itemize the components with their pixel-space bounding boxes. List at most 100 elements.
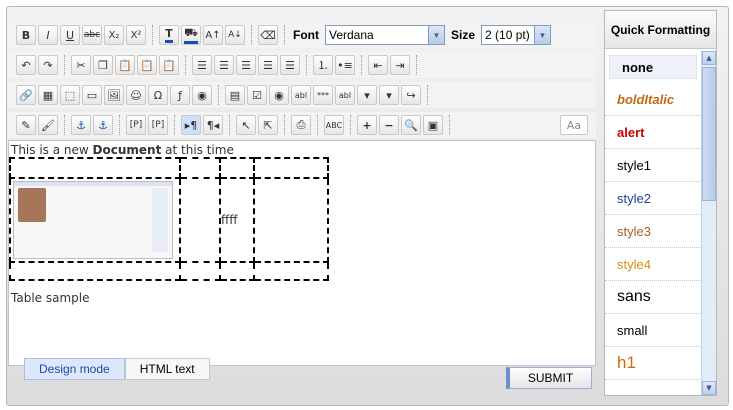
highlight-button[interactable]: ⛟ [181, 25, 201, 45]
brush-button[interactable]: 🖌 [38, 115, 58, 135]
submit-button[interactable]: SUBMIT [506, 367, 592, 389]
style-preview-button[interactable]: Aa [560, 115, 588, 135]
form-button[interactable]: ▤ [225, 85, 245, 105]
table-cell[interactable] [179, 177, 221, 263]
table-cell[interactable] [9, 177, 181, 263]
font-select[interactable]: Verdana ▼ [325, 25, 445, 45]
image-button[interactable]: 🖼 [104, 85, 124, 105]
justify-full-button[interactable]: ☰ [280, 55, 300, 75]
align-right-button[interactable]: ☰ [236, 55, 256, 75]
sample-table[interactable]: ffff [9, 157, 329, 281]
password-button[interactable]: *** [313, 85, 333, 105]
emoticon-button[interactable]: ☺ [126, 85, 146, 105]
style-item-style1[interactable]: style1 [605, 149, 701, 182]
table-cell[interactable] [219, 261, 255, 281]
paste-button[interactable]: 📋 [115, 55, 135, 75]
table-cell[interactable] [9, 261, 181, 281]
align-left-button[interactable]: ☰ [192, 55, 212, 75]
cursor-select-icon: ⇱ [263, 118, 273, 132]
chevron-down-icon[interactable]: ▼ [428, 26, 444, 44]
table-cell[interactable] [219, 157, 255, 179]
radio-button[interactable]: ◉ [269, 85, 289, 105]
scroll-down-icon[interactable]: ▼ [702, 381, 716, 395]
redo-button[interactable]: ↷ [38, 55, 58, 75]
horizontal-rule-button[interactable]: ▭ [82, 85, 102, 105]
style-item-none[interactable]: none [609, 55, 697, 79]
paste-text-button[interactable]: 📋 [137, 55, 157, 75]
select-all-button[interactable]: ⇱ [258, 115, 278, 135]
table-cell[interactable] [253, 261, 329, 281]
style-item-style3[interactable]: style3 [605, 215, 701, 248]
copy-button[interactable]: ❐ [93, 55, 113, 75]
paste-word-button[interactable]: 📋 [159, 55, 179, 75]
eyedropper-button[interactable]: ✎ [16, 115, 36, 135]
justify-button[interactable]: ☰ [258, 55, 278, 75]
style-item-style2[interactable]: style2 [605, 182, 701, 215]
font-increase-button[interactable]: A↑ [203, 25, 223, 45]
unordered-list-button[interactable]: •≡ [335, 55, 355, 75]
table-cell[interactable] [179, 157, 221, 179]
insert-div-paragraph-button[interactable]: [P] [148, 115, 168, 135]
outdent-button[interactable]: ⇤ [368, 55, 388, 75]
table-cell[interactable] [253, 177, 329, 263]
ordered-list-button[interactable]: ⒈ [313, 55, 333, 75]
table-cell[interactable]: ffff [219, 177, 255, 263]
table-cell[interactable] [179, 261, 221, 281]
undo-button[interactable]: ↶ [16, 55, 36, 75]
scrollbar[interactable]: ▲ ▼ [701, 51, 716, 395]
media-button[interactable]: ◉ [192, 85, 212, 105]
style-item-style4[interactable]: style4 [605, 248, 701, 281]
font-decrease-button[interactable]: A↓ [225, 25, 245, 45]
select-list-button[interactable]: ▾ [357, 85, 377, 105]
scroll-thumb[interactable] [702, 67, 716, 201]
scroll-up-icon[interactable]: ▲ [702, 51, 716, 65]
ltr-button[interactable]: ▸¶ [181, 115, 201, 135]
special-char-button[interactable]: Ω [148, 85, 168, 105]
zoom-in-button[interactable]: + [357, 115, 377, 135]
div-button[interactable]: ⬚ [60, 85, 80, 105]
table-button[interactable]: ▦ [38, 85, 58, 105]
brush-icon: 🖌 [41, 118, 55, 132]
textfield-button[interactable]: abl [291, 85, 311, 105]
align-center-button[interactable]: ☰ [214, 55, 234, 75]
text-color-button[interactable]: T [159, 25, 179, 45]
tab-html-text[interactable]: HTML text [124, 358, 210, 380]
editing-area[interactable]: This is a new Document at this time ffff… [8, 140, 596, 366]
checkbox-button[interactable]: ☑ [247, 85, 267, 105]
zoom-out-button[interactable]: − [379, 115, 399, 135]
subscript-button[interactable]: X₂ [104, 25, 124, 45]
style-item-h1[interactable]: h1 [605, 347, 701, 380]
flash-button[interactable]: ƒ [170, 85, 190, 105]
style-item-bolditalic[interactable]: boldItalic [605, 83, 701, 116]
table-cell[interactable] [9, 157, 181, 179]
superscript-button[interactable]: X² [126, 25, 146, 45]
cut-button[interactable]: ✂ [71, 55, 91, 75]
style-item-small[interactable]: small [605, 314, 701, 347]
find-button[interactable]: 🔍 [401, 115, 421, 135]
tab-design-mode[interactable]: Design mode [24, 358, 125, 380]
properties-button[interactable]: ▣ [423, 115, 443, 135]
style-item-alert[interactable]: alert [605, 116, 701, 149]
image-button-insert-button[interactable]: ↪ [401, 85, 421, 105]
table-cell[interactable] [253, 157, 329, 179]
link-icon: 🔗 [19, 88, 33, 102]
chevron-down-icon[interactable]: ▼ [534, 26, 551, 44]
bold-button[interactable]: B [16, 25, 36, 45]
style-item-sans[interactable]: sans [605, 281, 701, 314]
button-insert-button[interactable]: ▾ [379, 85, 399, 105]
strikethrough-button[interactable]: abc [82, 25, 102, 45]
link-button[interactable]: 🔗 [16, 85, 36, 105]
underline-button[interactable]: U [60, 25, 80, 45]
anchor-link-button[interactable]: ⚓ [93, 115, 113, 135]
textarea-button[interactable]: abl [335, 85, 355, 105]
spellcheck-button[interactable]: ABC [324, 115, 344, 135]
italic-button[interactable]: I [38, 25, 58, 45]
rtl-button[interactable]: ¶◂ [203, 115, 223, 135]
eraser-button[interactable]: ⌫ [258, 25, 278, 45]
insert-paragraph-button[interactable]: [P] [126, 115, 146, 135]
indent-button[interactable]: ⇥ [390, 55, 410, 75]
print-button[interactable]: ⎙ [291, 115, 311, 135]
size-select[interactable]: 2 (10 pt) ▼ [481, 25, 552, 45]
absolute-position-button[interactable]: ↖ [236, 115, 256, 135]
anchor-button[interactable]: ⚓ [71, 115, 91, 135]
